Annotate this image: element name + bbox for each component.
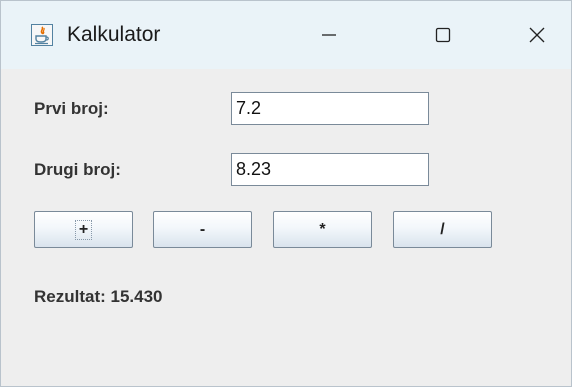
close-icon (529, 27, 545, 43)
minimize-icon (322, 34, 336, 36)
add-button[interactable]: + (34, 211, 133, 248)
subtract-button-label: - (199, 220, 206, 238)
title-bar[interactable]: Kalkulator (1, 1, 571, 69)
maximize-button[interactable] (420, 13, 466, 57)
maximize-icon (435, 27, 451, 43)
subtract-button[interactable]: - (153, 211, 252, 248)
minimize-button[interactable] (306, 13, 352, 57)
content-panel: Prvi broj: Drugi broj: + - * / Rezultat:… (1, 69, 571, 386)
add-button-label: + (74, 219, 93, 240)
result-label: Rezultat: 15.430 (34, 287, 163, 306)
window-title: Kalkulator (67, 23, 161, 46)
second-number-label: Drugi broj: (34, 160, 121, 179)
multiply-button-label: * (319, 220, 326, 238)
multiply-button[interactable]: * (273, 211, 372, 248)
second-number-field[interactable] (231, 153, 429, 186)
java-icon (31, 24, 53, 46)
first-number-field[interactable] (231, 92, 429, 125)
calculator-window: Kalkulator Prvi broj: Drugi broj: + - (0, 0, 572, 387)
first-number-label: Prvi broj: (34, 99, 109, 118)
divide-button-label: / (440, 220, 445, 238)
divide-button[interactable]: / (393, 211, 492, 248)
close-button[interactable] (514, 13, 560, 57)
